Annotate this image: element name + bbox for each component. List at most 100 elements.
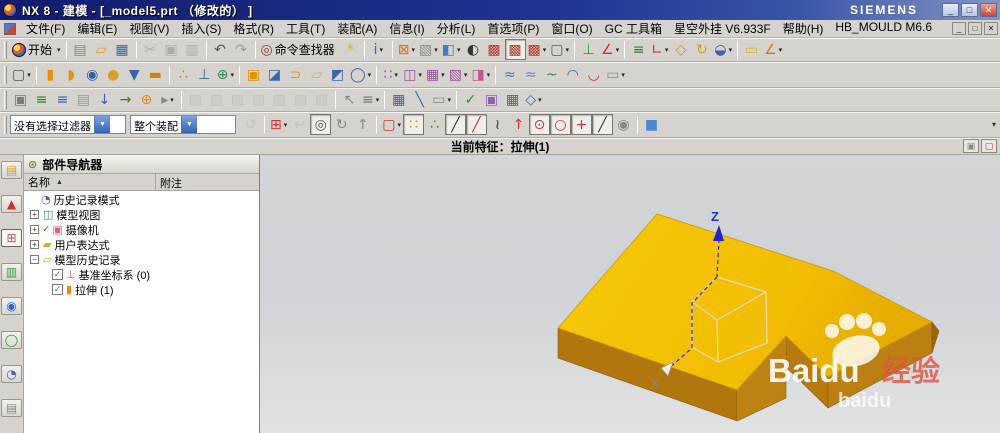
close-button[interactable]: ✕: [980, 3, 997, 17]
highlight-shaded[interactable]: ◎: [310, 114, 332, 135]
suppress-by-expression-2[interactable]: ▨: [248, 89, 269, 110]
boss[interactable]: ●: [103, 64, 124, 85]
sphere[interactable]: ◯ ▾: [348, 64, 373, 85]
chevron-down-icon[interactable]: ▾: [621, 71, 625, 79]
chevron-down-icon[interactable]: ▾: [441, 71, 445, 79]
feature-checkbox[interactable]: ✓: [52, 284, 63, 295]
feature-checkbox[interactable]: ✓: [52, 269, 63, 280]
chevron-down-icon[interactable]: ▾: [379, 46, 383, 54]
toolbar-grip[interactable]: [4, 90, 7, 109]
menu-item-6[interactable]: 装配(A): [331, 19, 383, 38]
cue-fullscreen-button[interactable]: ▢: [981, 139, 997, 153]
chevron-down-icon[interactable]: ▼: [181, 116, 197, 133]
menu-item-12[interactable]: 星空外挂 V6.933F: [668, 19, 777, 38]
chevron-down-icon[interactable]: ▾: [170, 96, 174, 104]
emboss[interactable]: ∴: [173, 64, 194, 85]
restore-button[interactable]: □: [961, 3, 978, 17]
chevron-down-icon[interactable]: ▾: [447, 96, 451, 104]
expand-icon[interactable]: +: [30, 210, 39, 219]
part-quality[interactable]: ▣: [481, 89, 502, 110]
snap-quadrant-point[interactable]: ⊙: [529, 114, 550, 135]
chevron-down-icon[interactable]: ▼: [94, 116, 110, 133]
mirror-feature[interactable]: ◫ ▾: [401, 64, 424, 85]
tree-row-user-expressions[interactable]: + ▰ 用户表达式: [24, 237, 259, 252]
toolbar-overflow-icon[interactable]: ▾: [992, 120, 996, 129]
chevron-down-icon[interactable]: ▾: [487, 71, 491, 79]
nx-app-icon[interactable]: [3, 3, 17, 17]
chevron-down-icon[interactable]: ▾: [57, 46, 61, 54]
sketch-list[interactable]: ≡ ▾: [360, 89, 381, 110]
menu-item-4[interactable]: 格式(R): [227, 19, 280, 38]
selection-scope-dropdown[interactable]: 整个装配 ▼: [130, 115, 236, 134]
snap-arc-center[interactable]: ↑: [508, 114, 529, 135]
snap-bounded-grid[interactable]: ◉: [613, 114, 634, 135]
menu-item-2[interactable]: 视图(V): [123, 19, 175, 38]
chevron-down-icon[interactable]: ▾: [543, 46, 547, 54]
move-object[interactable]: ◇: [670, 39, 691, 60]
collapse-icon[interactable]: −: [30, 255, 39, 264]
copy[interactable]: ▣: [161, 39, 182, 60]
menu-item-3[interactable]: 插入(S): [175, 19, 227, 38]
web-browser-tab[interactable]: ◯: [1, 331, 22, 349]
shaded-solid-cube[interactable]: ■: [641, 114, 662, 135]
delete-face[interactable]: ▧ ▾: [447, 64, 470, 85]
orient-view-cube[interactable]: ◧ ▾: [440, 39, 463, 60]
datum-plane[interactable]: ⊕ ▾: [215, 64, 236, 85]
chevron-down-icon[interactable]: ▾: [376, 96, 380, 104]
mdi-close-button[interactable]: ✕: [984, 22, 998, 35]
chevron-down-icon[interactable]: ▾: [394, 71, 398, 79]
replace-face[interactable]: ◨ ▾: [469, 64, 492, 85]
more-surface[interactable]: ▭ ▾: [604, 64, 627, 85]
wcs-more[interactable]: ▸ ▾: [157, 89, 178, 110]
menu-item-5[interactable]: 工具(T): [280, 19, 331, 38]
show-hide[interactable]: ◒ ▾: [712, 39, 734, 60]
extrude[interactable]: ▮: [40, 64, 61, 85]
start-button[interactable]: 开始 ▾: [10, 39, 63, 60]
offset-emboss[interactable]: ⊥: [194, 64, 215, 85]
restore-selection[interactable]: ↩: [289, 114, 310, 135]
suppress-by-expression-3[interactable]: ▨: [269, 89, 290, 110]
pocket[interactable]: ▼: [124, 64, 145, 85]
tree-row-history-mode[interactable]: ◔ 历史记录模式: [24, 192, 259, 207]
toolbar-grip[interactable]: [4, 40, 7, 59]
through-curves[interactable]: ≈: [499, 64, 520, 85]
save-file[interactable]: ▦: [112, 39, 133, 60]
viewport-canvas[interactable]: Z X Baidu 经验 baidu: [260, 155, 1000, 433]
wcs-display[interactable]: ∟ ▾: [649, 39, 670, 60]
menu-item-9[interactable]: 首选项(P): [481, 19, 545, 38]
wcs-dynamics[interactable]: ⊕: [136, 89, 157, 110]
cue-window-button[interactable]: ▣: [963, 139, 979, 153]
menu-item-13[interactable]: 帮助(H): [777, 19, 830, 38]
chevron-down-icon[interactable]: ▾: [665, 46, 669, 54]
chevron-down-icon[interactable]: ▾: [616, 46, 620, 54]
layer-list[interactable]: ≡: [628, 39, 649, 60]
tree-row-cameras[interactable]: + ✓ ▣ 摄像机: [24, 222, 259, 237]
bounded-plane[interactable]: ◩: [327, 64, 348, 85]
cut[interactable]: ✂: [140, 39, 161, 60]
shaded-with-edges[interactable]: ▩: [504, 39, 526, 60]
rotate-object[interactable]: ↻: [691, 39, 712, 60]
general-selection-filter[interactable]: ⊞ ▾: [268, 114, 289, 135]
chevron-down-icon[interactable]: ▾: [434, 46, 438, 54]
menu-item-11[interactable]: GC 工具箱: [599, 19, 668, 38]
paste[interactable]: ▥: [182, 39, 203, 60]
suppress-by-expression-4[interactable]: ▨: [290, 89, 311, 110]
sketch[interactable]: ▢ ▾: [10, 64, 33, 85]
tree-row-model-history[interactable]: − ▱ 模型历史记录: [24, 252, 259, 267]
mdi-restore-button[interactable]: □: [968, 22, 982, 35]
macro[interactable]: ▭ ▾: [430, 89, 453, 110]
copy-to-layer[interactable]: →: [115, 89, 136, 110]
layer-category[interactable]: ▤: [73, 89, 94, 110]
sweep-along-guide[interactable]: ~: [541, 64, 562, 85]
selection-filter-dropdown[interactable]: 没有选择过滤器 ▼: [10, 115, 126, 134]
document-icon[interactable]: [4, 22, 16, 35]
blank-view[interactable]: ▢ ▾: [548, 39, 571, 60]
hd3d-tools-tab[interactable]: ◉: [1, 297, 22, 315]
revolve[interactable]: ◗: [61, 64, 82, 85]
mdi-minimize-button[interactable]: _: [952, 22, 966, 35]
menu-item-0[interactable]: 文件(F): [20, 19, 71, 38]
suppress-by-expression-5[interactable]: ▨: [311, 89, 332, 110]
export-info[interactable]: i ▾: [368, 39, 389, 60]
reuse-library-tab[interactable]: ▥: [1, 263, 22, 281]
redo[interactable]: ↷: [231, 39, 252, 60]
